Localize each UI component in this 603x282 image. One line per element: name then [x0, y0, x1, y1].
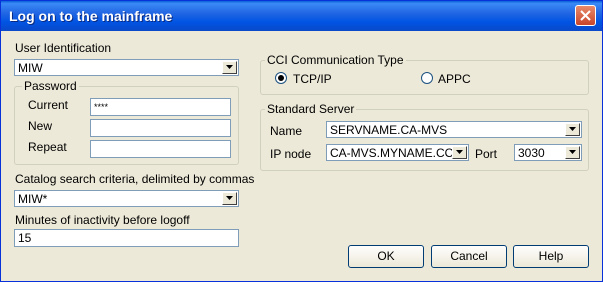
- ipnode-label: IP node: [270, 147, 312, 161]
- port-dropdown-button[interactable]: [565, 146, 580, 159]
- chevron-down-icon: [226, 65, 233, 69]
- window-title: Log on to the mainframe: [9, 8, 173, 24]
- standard-server-group: [260, 109, 589, 171]
- ipnode-dropdown-button[interactable]: [452, 146, 467, 159]
- chevron-down-icon: [456, 150, 463, 154]
- current-password-label: Current: [28, 98, 69, 112]
- catalog-label: Catalog search criteria, delimited by co…: [15, 172, 255, 186]
- server-name-value: SERVNAME.CA-MVS: [330, 123, 448, 137]
- chevron-down-icon: [569, 150, 576, 154]
- port-label: Port: [475, 147, 498, 161]
- help-button[interactable]: Help: [513, 245, 589, 268]
- catalog-value: MIW*: [18, 192, 48, 206]
- ok-button[interactable]: OK: [348, 245, 424, 268]
- tcpip-label[interactable]: TCP/IP: [293, 72, 332, 86]
- user-id-value: MIW: [18, 61, 43, 75]
- logon-dialog: Log on to the mainframe User Identificat…: [0, 0, 603, 282]
- new-password-label: New: [28, 119, 53, 133]
- ipnode-value: CA-MVS.MYNAME.COM: [330, 146, 465, 160]
- user-id-dropdown-button[interactable]: [222, 61, 237, 74]
- appc-radio[interactable]: [421, 72, 433, 84]
- chevron-down-icon: [226, 196, 233, 200]
- repeat-password-label: Repeat: [28, 140, 67, 154]
- current-password-value: ****: [94, 102, 109, 112]
- tcpip-radio[interactable]: [275, 72, 287, 84]
- close-icon: [580, 10, 591, 21]
- cancel-button[interactable]: Cancel: [431, 245, 507, 268]
- server-name-dropdown-button[interactable]: [565, 123, 580, 136]
- catalog-combo[interactable]: MIW*: [14, 190, 239, 207]
- user-id-label: User Identification: [15, 41, 112, 55]
- title-bar[interactable]: Log on to the mainframe: [1, 1, 602, 31]
- repeat-password-field[interactable]: [90, 140, 231, 158]
- chevron-down-icon: [569, 127, 576, 131]
- server-name-label: Name: [270, 124, 303, 138]
- ipnode-combo[interactable]: CA-MVS.MYNAME.COM: [326, 144, 469, 161]
- new-password-field[interactable]: [90, 119, 231, 137]
- user-id-combo[interactable]: MIW: [14, 59, 239, 76]
- current-password-field[interactable]: ****: [90, 98, 231, 116]
- close-button[interactable]: [575, 5, 596, 26]
- dialog-body: User Identification MIW Password Current…: [1, 31, 602, 281]
- password-legend: Password: [22, 79, 79, 93]
- server-name-combo[interactable]: SERVNAME.CA-MVS: [326, 121, 582, 138]
- cci-legend: CCI Communication Type: [265, 53, 406, 67]
- port-value: 3030: [518, 146, 545, 160]
- catalog-dropdown-button[interactable]: [222, 192, 237, 205]
- inactivity-label: Minutes of inactivity before logoff: [15, 213, 190, 227]
- appc-label[interactable]: APPC: [438, 72, 471, 86]
- inactivity-field[interactable]: 15: [14, 229, 239, 247]
- port-combo[interactable]: 3030: [514, 144, 582, 161]
- inactivity-value: 15: [18, 231, 32, 245]
- standard-server-legend: Standard Server: [265, 102, 357, 116]
